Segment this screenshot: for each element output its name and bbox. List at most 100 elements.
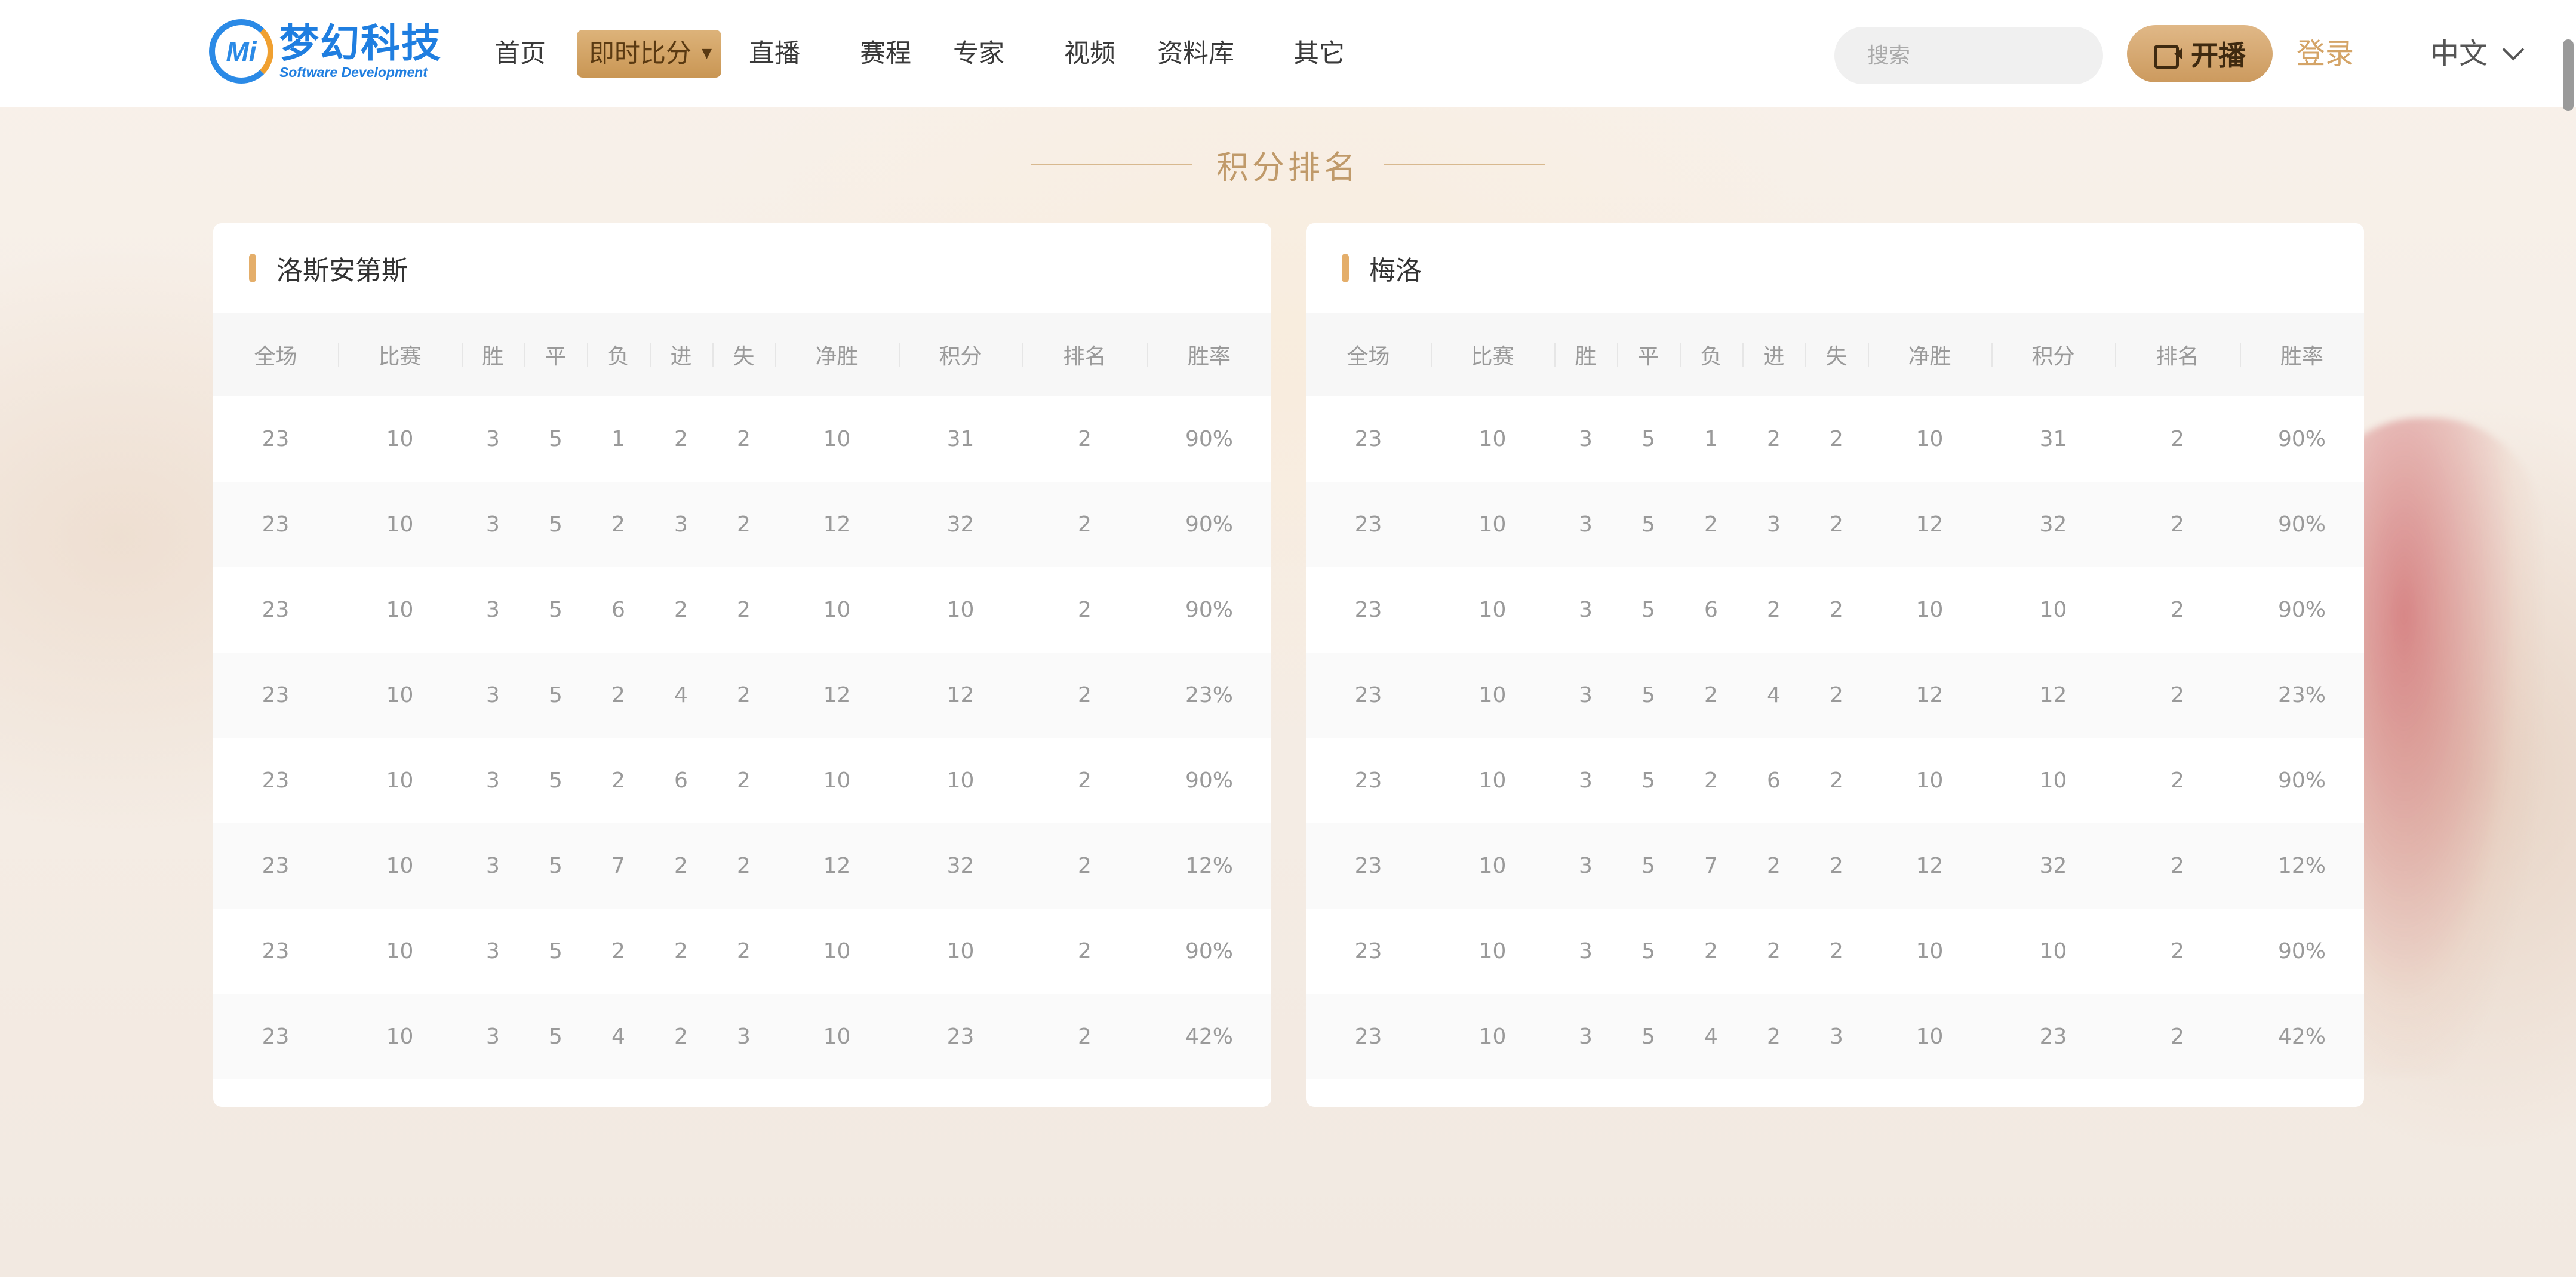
table-cell: 3 xyxy=(486,427,500,451)
table-cell: 2 xyxy=(674,1024,688,1049)
page-scrollbar[interactable] xyxy=(2563,39,2574,111)
language-label: 中文 xyxy=(2430,37,2488,70)
nav-item-schedule[interactable]: 赛程 xyxy=(860,30,911,78)
table-cell: 2 xyxy=(1078,939,1092,964)
table-cell: 23 xyxy=(262,854,290,878)
table-cell: 23 xyxy=(1354,512,1382,537)
table-cell: 10 xyxy=(1916,427,1944,451)
table-cell: 2 xyxy=(674,854,688,878)
table-cell: 3 xyxy=(1579,512,1593,537)
table-cell: 2 xyxy=(1704,512,1718,537)
login-link[interactable]: 登录 xyxy=(2297,30,2354,78)
table-cell: 5 xyxy=(1641,854,1655,878)
table-cell: 12 xyxy=(1916,512,1944,537)
nav-item-video[interactable]: 视频 xyxy=(1064,30,1115,78)
table-cell: 5 xyxy=(1641,683,1655,707)
table-cell: 90% xyxy=(1185,598,1233,622)
column-header: 比赛 xyxy=(338,313,462,396)
column-header: 排名 xyxy=(2115,313,2240,396)
table-cell: 23 xyxy=(262,768,290,793)
table-cell: 23 xyxy=(262,939,290,964)
table-cell: 3 xyxy=(486,939,500,964)
table-cell: 10 xyxy=(1478,512,1507,537)
table-cell: 7 xyxy=(611,854,625,878)
table-body: 23 10 3 5 1 2 2 10 31 2 90% 23 10 3 5 2 3 2 12 32 2 90% 23 10 3 5… xyxy=(1306,396,2364,1079)
table-cell: 23 xyxy=(262,683,290,707)
table-cell: 12 xyxy=(2039,683,2067,707)
table-cell: 3 xyxy=(1830,1024,1843,1049)
table-cell: 23% xyxy=(2277,683,2326,707)
table-cell: 23 xyxy=(1354,854,1382,878)
nav-item-home[interactable]: 首页 xyxy=(494,30,546,78)
table-cell: 10 xyxy=(1916,768,1944,793)
table-cell: 5 xyxy=(1641,939,1655,964)
table-row: 23 10 3 5 2 4 2 12 12 2 23% xyxy=(213,653,1271,738)
table-cell: 32 xyxy=(2039,854,2067,878)
logo-mark-icon: Mi xyxy=(209,19,273,84)
table-cell: 2 xyxy=(1767,427,1781,451)
table-cell: 5 xyxy=(549,512,562,537)
column-header: 胜率 xyxy=(1147,313,1271,396)
nav-item-database[interactable]: 资料库 xyxy=(1157,30,1234,78)
table-cell: 90% xyxy=(1185,512,1233,537)
nav-item-expert[interactable]: 专家 xyxy=(953,30,1004,78)
table-cell: 2 xyxy=(1078,1024,1092,1049)
table-cell: 3 xyxy=(1579,1024,1593,1049)
table-cell: 12 xyxy=(823,683,851,707)
table-cell: 4 xyxy=(1704,1024,1718,1049)
top-header: Mi 梦幻科技 Software Development 首页 即时比分 ▼ 直… xyxy=(0,0,2576,107)
table-cell: 2 xyxy=(1830,598,1843,622)
column-header: 胜率 xyxy=(2240,313,2364,396)
search-input[interactable] xyxy=(1867,43,2135,68)
table-cell: 2 xyxy=(1830,427,1843,451)
table-cell: 2 xyxy=(1078,598,1092,622)
column-header: 胜 xyxy=(1554,313,1617,396)
table-cell: 12 xyxy=(946,683,975,707)
table-cell: 2 xyxy=(1830,854,1843,878)
table-cell: 5 xyxy=(549,854,562,878)
table-cell: 23 xyxy=(262,427,290,451)
team-name: 梅洛 xyxy=(1369,256,1422,286)
table-cell: 10 xyxy=(823,939,851,964)
table-cell: 2 xyxy=(1078,512,1092,537)
table-cell: 2 xyxy=(1830,768,1843,793)
table-cell: 10 xyxy=(1478,854,1507,878)
table-cell: 2 xyxy=(611,768,625,793)
logo-subtitle: Software Development xyxy=(279,64,428,80)
table-cell: 2 xyxy=(611,683,625,707)
brand-logo[interactable]: Mi 梦幻科技 Software Development xyxy=(209,19,442,84)
table-cell: 10 xyxy=(386,1024,414,1049)
nav-item-live-score[interactable]: 即时比分 ▼ xyxy=(577,30,721,78)
camera-icon xyxy=(2154,44,2182,69)
table-cell: 12 xyxy=(823,854,851,878)
team-name: 洛斯安第斯 xyxy=(276,256,408,286)
table-cell: 10 xyxy=(946,939,975,964)
nav-item-other[interactable]: 其它 xyxy=(1293,30,1345,78)
column-header: 排名 xyxy=(1022,313,1147,396)
table-row: 23 10 3 5 2 6 2 10 10 2 90% xyxy=(213,738,1271,823)
table-row: 23 10 3 5 7 2 2 12 32 2 12% xyxy=(213,823,1271,909)
table-cell: 2 xyxy=(1704,683,1718,707)
table-cell: 32 xyxy=(2039,512,2067,537)
table-cell: 10 xyxy=(2039,939,2067,964)
table-cell: 4 xyxy=(611,1024,625,1049)
table-cell: 3 xyxy=(486,1024,500,1049)
table-cell: 10 xyxy=(386,768,414,793)
table-cell: 10 xyxy=(386,512,414,537)
table-cell: 2 xyxy=(1704,939,1718,964)
go-live-button[interactable]: 开播 xyxy=(2127,25,2273,82)
table-row: 23 10 3 5 2 2 2 10 10 2 90% xyxy=(213,909,1271,994)
nav-item-live[interactable]: 直播 xyxy=(749,30,800,78)
table-cell: 3 xyxy=(486,768,500,793)
column-header: 全场 xyxy=(254,344,297,369)
table-cell: 23 xyxy=(1354,939,1382,964)
table-cell: 1 xyxy=(1704,427,1718,451)
table-cell: 10 xyxy=(946,598,975,622)
language-selector[interactable]: 中文 xyxy=(2430,30,2525,78)
table-cell: 2 xyxy=(1830,512,1843,537)
table-cell: 2 xyxy=(674,939,688,964)
table-cell: 2 xyxy=(1830,683,1843,707)
table-cell: 5 xyxy=(1641,427,1655,451)
section-header: 积分排名 xyxy=(0,137,2576,191)
table-cell: 23 xyxy=(1354,768,1382,793)
